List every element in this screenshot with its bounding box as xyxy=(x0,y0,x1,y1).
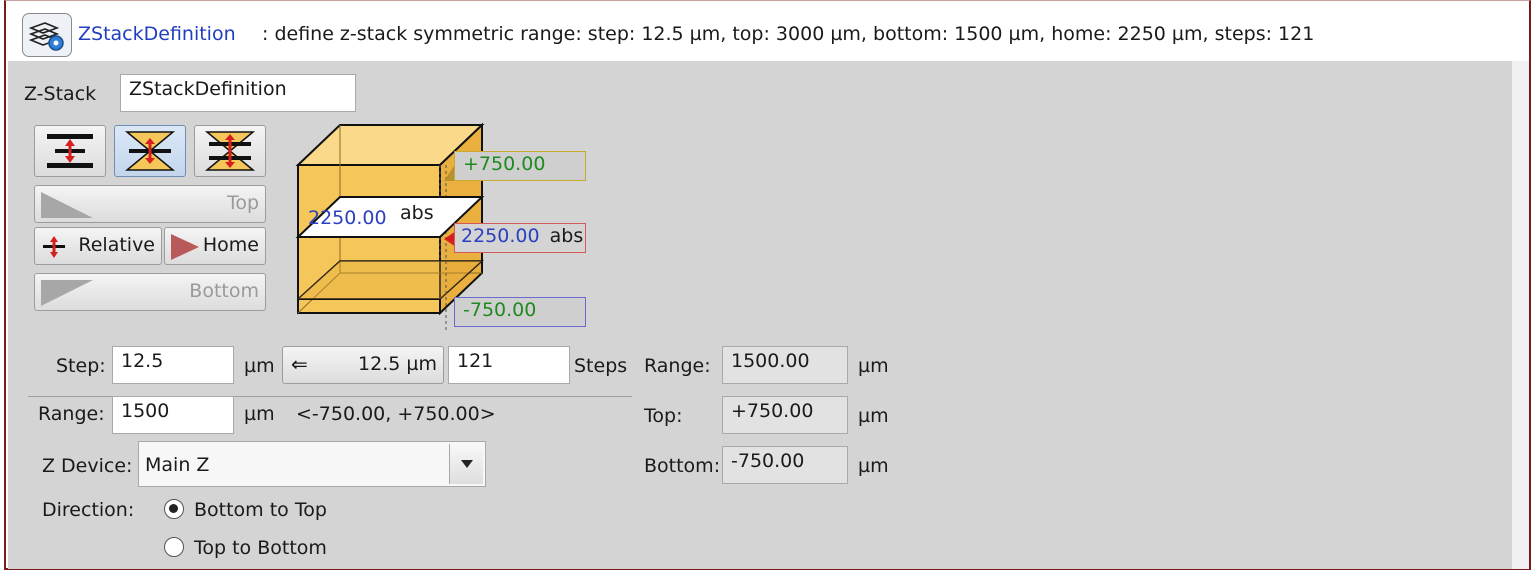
zstack-name-input[interactable]: ZStackDefinition xyxy=(120,74,356,112)
summary-range-label: Range: xyxy=(644,355,711,377)
arrow-left-icon: ⇐ xyxy=(291,352,308,376)
step-input[interactable]: 12.5 xyxy=(112,346,234,384)
home-position-display: 2250.00 abs xyxy=(454,223,586,253)
zstack-panel-frame: ZStackDefinition : define z-stack symmet… xyxy=(4,0,1531,570)
settings-panel: Z-Stack ZStackDefinition Top Relative Ho… xyxy=(8,61,1514,569)
top-offset-display: +750.00 xyxy=(454,151,586,181)
apply-step-label: 12.5 µm xyxy=(358,353,437,375)
radio-bottom-to-top[interactable] xyxy=(164,499,184,519)
range-label: Range: xyxy=(38,403,105,425)
range-unit: µm xyxy=(244,403,275,425)
zstack-label: Z-Stack xyxy=(24,83,97,105)
bottom-button-label: Bottom xyxy=(189,280,259,302)
triangle-right-icon xyxy=(41,280,93,306)
home-plane-unit: abs xyxy=(400,202,434,224)
top-button[interactable]: Top xyxy=(34,185,266,223)
center-range-icon xyxy=(124,131,176,171)
top-bottom-range-icon xyxy=(204,131,256,171)
bottom-button[interactable]: Bottom xyxy=(34,273,266,311)
radio-top-to-bottom[interactable] xyxy=(164,537,184,557)
steps-input[interactable]: 121 xyxy=(448,346,570,384)
summary-bottom-value: -750.00 xyxy=(722,446,848,484)
summary-range-value: 1500.00 xyxy=(722,346,848,384)
symmetric-range-icon xyxy=(47,134,93,168)
step-label: Step: xyxy=(56,355,106,377)
home-button[interactable]: Home xyxy=(164,227,266,265)
top-button-label: Top xyxy=(226,192,259,214)
summary-bottom-label: Bottom: xyxy=(644,455,721,477)
range-interval: <-750.00, +750.00> xyxy=(296,403,496,425)
radio-bottom-to-top-label[interactable]: Bottom to Top xyxy=(194,499,327,521)
z-device-label: Z Device: xyxy=(42,455,133,477)
component-name[interactable]: ZStackDefinition xyxy=(78,23,236,45)
radio-top-to-bottom-label[interactable]: Top to Bottom xyxy=(194,537,327,559)
direction-label: Direction: xyxy=(42,499,135,521)
chevron-down-icon xyxy=(461,460,473,468)
component-description: : define z-stack symmetric range: step: … xyxy=(262,23,1315,45)
step-unit: µm xyxy=(244,355,275,377)
z-device-select[interactable]: Main Z xyxy=(138,441,486,487)
home-position-value: 2250.00 xyxy=(461,225,540,247)
header-bar: ZStackDefinition : define z-stack symmet… xyxy=(8,7,1529,61)
steps-label: Steps xyxy=(574,355,628,377)
mode-button-center[interactable] xyxy=(114,125,186,177)
home-plane-value: 2250.00 xyxy=(308,207,387,229)
mode-button-top-bottom[interactable] xyxy=(194,125,266,177)
mode-button-symmetric[interactable] xyxy=(34,125,106,177)
home-position-unit: abs xyxy=(549,225,584,247)
summary-top-unit: µm xyxy=(858,405,889,427)
apply-step-button[interactable]: ⇐ 12.5 µm xyxy=(282,346,444,384)
summary-range-unit: µm xyxy=(858,355,889,377)
zstack-gear-icon[interactable] xyxy=(22,13,72,57)
z-device-value: Main Z xyxy=(145,454,210,476)
bottom-offset-display: -750.00 xyxy=(454,297,586,327)
relative-icon xyxy=(43,236,65,258)
relative-button-label: Relative xyxy=(78,234,155,256)
summary-bottom-unit: µm xyxy=(858,455,889,477)
vertical-scrollbar[interactable] xyxy=(1512,61,1529,569)
summary-top-value: +750.00 xyxy=(722,396,848,434)
range-input[interactable]: 1500 xyxy=(112,396,234,434)
relative-button[interactable]: Relative xyxy=(34,227,162,265)
triangle-right-icon xyxy=(41,192,93,218)
dropdown-button[interactable] xyxy=(449,444,483,484)
home-button-label: Home xyxy=(202,234,259,256)
summary-top-label: Top: xyxy=(644,405,683,427)
play-icon xyxy=(171,234,199,260)
